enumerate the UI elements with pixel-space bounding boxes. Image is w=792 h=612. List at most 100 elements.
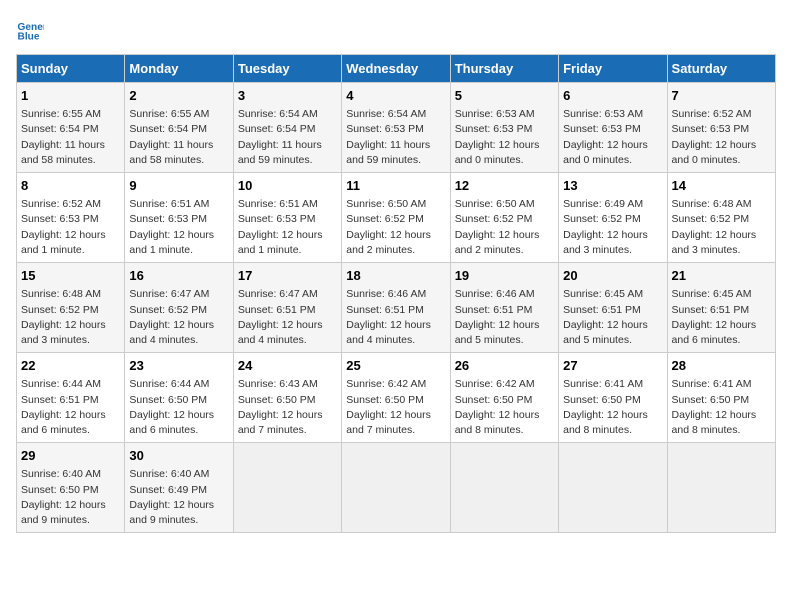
calendar-cell: 10 Sunrise: 6:51 AM Sunset: 6:53 PM Dayli… (233, 173, 341, 263)
calendar-cell: 16 Sunrise: 6:47 AM Sunset: 6:52 PM Dayli… (125, 263, 233, 353)
calendar-cell: 1 Sunrise: 6:55 AM Sunset: 6:54 PM Daylig… (17, 83, 125, 173)
calendar-cell: 25 Sunrise: 6:42 AM Sunset: 6:50 PM Dayli… (342, 353, 450, 443)
day-number: 19 (455, 267, 554, 285)
calendar-cell: 26Sunrise: 6:42 AM Sunset: 6:50 PM Dayli… (450, 353, 558, 443)
day-info: Sunrise: 6:45 AM Sunset: 6:51 PM Dayligh… (563, 287, 662, 348)
day-number: 29 (21, 447, 120, 465)
calendar-cell: 7 Sunrise: 6:52 AM Sunset: 6:53 PM Daylig… (667, 83, 775, 173)
day-info: Sunrise: 6:55 AM Sunset: 6:54 PM Dayligh… (129, 107, 228, 168)
calendar-cell: 14 Sunrise: 6:48 AM Sunset: 6:52 PM Dayli… (667, 173, 775, 263)
calendar-cell: 6 Sunrise: 6:53 AM Sunset: 6:53 PM Daylig… (559, 83, 667, 173)
day-info: Sunrise: 6:46 AM Sunset: 6:51 PM Dayligh… (346, 287, 445, 348)
day-info: Sunrise: 6:48 AM Sunset: 6:52 PM Dayligh… (21, 287, 120, 348)
day-info: Sunrise: 6:45 AM Sunset: 6:51 PM Dayligh… (672, 287, 771, 348)
day-info: Sunrise: 6:47 AM Sunset: 6:52 PM Dayligh… (129, 287, 228, 348)
day-number: 7 (672, 87, 771, 105)
calendar-cell (342, 443, 450, 533)
day-number: 1 (21, 87, 120, 105)
day-number: 17 (238, 267, 337, 285)
day-info: Sunrise: 6:51 AM Sunset: 6:53 PM Dayligh… (129, 197, 228, 258)
day-number: 27 (563, 357, 662, 375)
calendar-cell: 13 Sunrise: 6:49 AM Sunset: 6:52 PM Dayli… (559, 173, 667, 263)
day-number: 21 (672, 267, 771, 285)
day-number: 2 (129, 87, 228, 105)
day-number: 4 (346, 87, 445, 105)
day-number: 3 (238, 87, 337, 105)
day-info: Sunrise: 6:47 AM Sunset: 6:51 PM Dayligh… (238, 287, 337, 348)
calendar-cell: 9 Sunrise: 6:51 AM Sunset: 6:53 PM Daylig… (125, 173, 233, 263)
day-info: Sunrise: 6:40 AM Sunset: 6:49 PM Dayligh… (129, 467, 228, 528)
calendar-cell: 5 Sunrise: 6:53 AM Sunset: 6:53 PM Daylig… (450, 83, 558, 173)
day-number: 23 (129, 357, 228, 375)
calendar-cell (450, 443, 558, 533)
day-info: Sunrise: 6:40 AM Sunset: 6:50 PM Dayligh… (21, 467, 120, 528)
calendar-cell: 17 Sunrise: 6:47 AM Sunset: 6:51 PM Dayli… (233, 263, 341, 353)
day-info: Sunrise: 6:41 AM Sunset: 6:50 PM Dayligh… (563, 377, 662, 438)
calendar-cell: 3 Sunrise: 6:54 AM Sunset: 6:54 PM Daylig… (233, 83, 341, 173)
day-info: Sunrise: 6:52 AM Sunset: 6:53 PM Dayligh… (672, 107, 771, 168)
day-header-sunday: Sunday (17, 55, 125, 83)
calendar-cell: 19 Sunrise: 6:46 AM Sunset: 6:51 PM Dayli… (450, 263, 558, 353)
day-info: Sunrise: 6:54 AM Sunset: 6:54 PM Dayligh… (238, 107, 337, 168)
day-info: Sunrise: 6:46 AM Sunset: 6:51 PM Dayligh… (455, 287, 554, 348)
day-info: Sunrise: 6:53 AM Sunset: 6:53 PM Dayligh… (455, 107, 554, 168)
day-number: 5 (455, 87, 554, 105)
day-info: Sunrise: 6:42 AM Sunset: 6:50 PM Dayligh… (346, 377, 445, 438)
calendar-table: SundayMondayTuesdayWednesdayThursdayFrid… (16, 54, 776, 533)
day-info: Sunrise: 6:41 AM Sunset: 6:50 PM Dayligh… (672, 377, 771, 438)
day-number: 8 (21, 177, 120, 195)
day-number: 30 (129, 447, 228, 465)
day-number: 6 (563, 87, 662, 105)
day-info: Sunrise: 6:49 AM Sunset: 6:52 PM Dayligh… (563, 197, 662, 258)
calendar-cell: 2 Sunrise: 6:55 AM Sunset: 6:54 PM Daylig… (125, 83, 233, 173)
day-header-tuesday: Tuesday (233, 55, 341, 83)
calendar-cell: 11 Sunrise: 6:50 AM Sunset: 6:52 PM Dayli… (342, 173, 450, 263)
day-header-monday: Monday (125, 55, 233, 83)
day-info: Sunrise: 6:48 AM Sunset: 6:52 PM Dayligh… (672, 197, 771, 258)
page-header: General Blue (16, 16, 776, 44)
day-header-wednesday: Wednesday (342, 55, 450, 83)
day-number: 24 (238, 357, 337, 375)
day-number: 26 (455, 357, 554, 375)
day-number: 20 (563, 267, 662, 285)
day-number: 10 (238, 177, 337, 195)
day-header-thursday: Thursday (450, 55, 558, 83)
calendar-cell: 30 Sunrise: 6:40 AM Sunset: 6:49 PM Dayli… (125, 443, 233, 533)
day-number: 18 (346, 267, 445, 285)
day-info: Sunrise: 6:55 AM Sunset: 6:54 PM Dayligh… (21, 107, 120, 168)
calendar-cell: 28 Sunrise: 6:41 AM Sunset: 6:50 PM Dayli… (667, 353, 775, 443)
day-info: Sunrise: 6:51 AM Sunset: 6:53 PM Dayligh… (238, 197, 337, 258)
calendar-cell: 23 Sunrise: 6:44 AM Sunset: 6:50 PM Dayli… (125, 353, 233, 443)
day-number: 11 (346, 177, 445, 195)
calendar-cell (233, 443, 341, 533)
svg-text:Blue: Blue (18, 31, 40, 42)
calendar-cell: 27 Sunrise: 6:41 AM Sunset: 6:50 PM Dayli… (559, 353, 667, 443)
day-number: 28 (672, 357, 771, 375)
day-number: 25 (346, 357, 445, 375)
day-info: Sunrise: 6:50 AM Sunset: 6:52 PM Dayligh… (455, 197, 554, 258)
day-info: Sunrise: 6:43 AM Sunset: 6:50 PM Dayligh… (238, 377, 337, 438)
calendar-cell: 18 Sunrise: 6:46 AM Sunset: 6:51 PM Dayli… (342, 263, 450, 353)
calendar-cell: 24 Sunrise: 6:43 AM Sunset: 6:50 PM Dayli… (233, 353, 341, 443)
calendar-cell: 8Sunrise: 6:52 AM Sunset: 6:53 PM Daylig… (17, 173, 125, 263)
calendar-cell: 20 Sunrise: 6:45 AM Sunset: 6:51 PM Dayli… (559, 263, 667, 353)
day-number: 9 (129, 177, 228, 195)
day-info: Sunrise: 6:53 AM Sunset: 6:53 PM Dayligh… (563, 107, 662, 168)
calendar-cell: 12 Sunrise: 6:50 AM Sunset: 6:52 PM Dayli… (450, 173, 558, 263)
calendar-cell: 21 Sunrise: 6:45 AM Sunset: 6:51 PM Dayli… (667, 263, 775, 353)
day-number: 13 (563, 177, 662, 195)
day-info: Sunrise: 6:44 AM Sunset: 6:50 PM Dayligh… (129, 377, 228, 438)
calendar-cell: 15Sunrise: 6:48 AM Sunset: 6:52 PM Dayli… (17, 263, 125, 353)
day-info: Sunrise: 6:44 AM Sunset: 6:51 PM Dayligh… (21, 377, 120, 438)
day-number: 22 (21, 357, 120, 375)
calendar-cell (667, 443, 775, 533)
day-number: 16 (129, 267, 228, 285)
day-number: 12 (455, 177, 554, 195)
day-info: Sunrise: 6:50 AM Sunset: 6:52 PM Dayligh… (346, 197, 445, 258)
logo: General Blue (16, 16, 48, 44)
day-header-saturday: Saturday (667, 55, 775, 83)
day-number: 14 (672, 177, 771, 195)
logo-icon: General Blue (16, 16, 44, 44)
calendar-cell (559, 443, 667, 533)
day-info: Sunrise: 6:54 AM Sunset: 6:53 PM Dayligh… (346, 107, 445, 168)
